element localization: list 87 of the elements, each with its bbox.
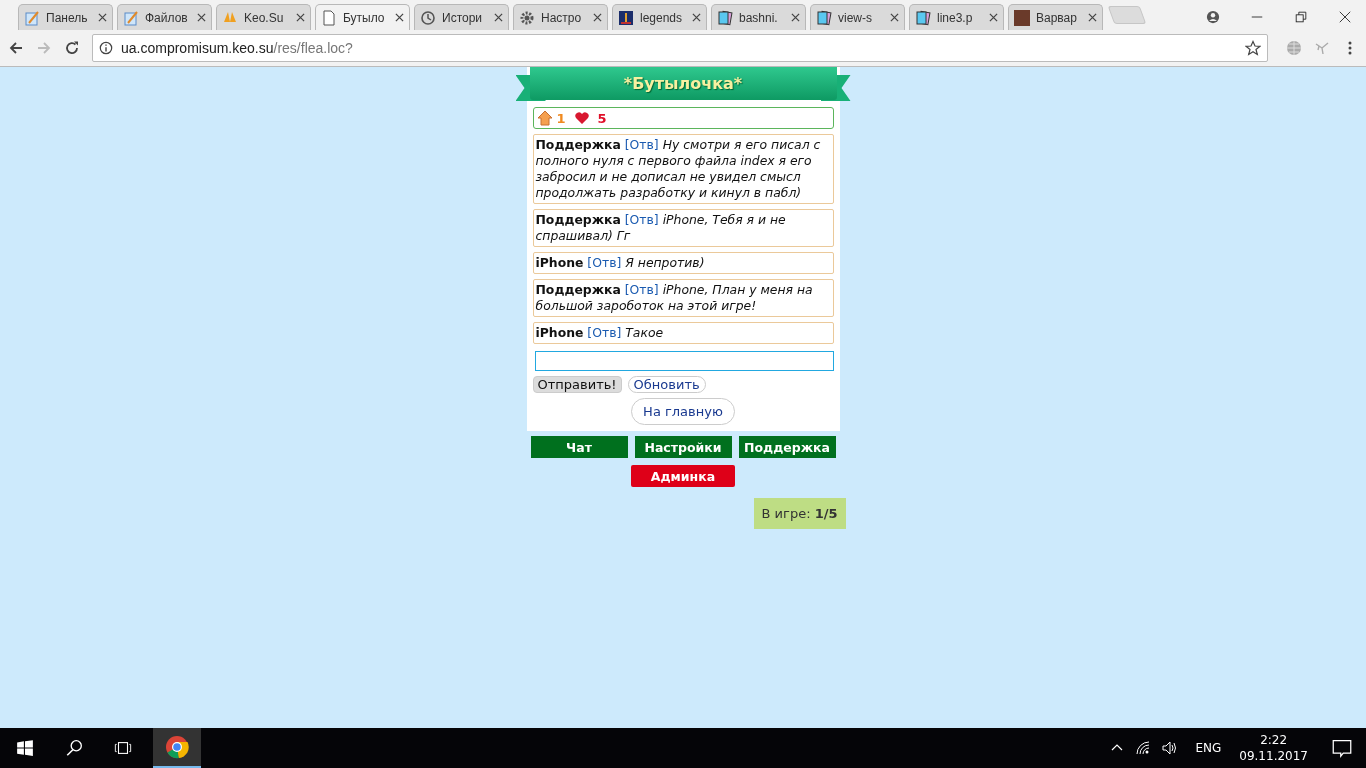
- browser-taskbar-button[interactable]: [153, 728, 201, 768]
- tab-title: Панель: [46, 10, 89, 25]
- close-icon[interactable]: [1088, 13, 1097, 22]
- task-view-icon[interactable]: [114, 739, 132, 757]
- back-icon[interactable]: [8, 40, 24, 56]
- page-title: *Бутылочка*: [623, 74, 743, 93]
- notepad-icon: [123, 9, 139, 26]
- tab-title: line3.p: [937, 10, 974, 25]
- tab-title: view-s: [838, 10, 873, 25]
- browser-tab[interactable]: Варвар: [1008, 4, 1103, 30]
- tower-icon: [618, 9, 634, 26]
- browser-tab[interactable]: line3.p: [909, 4, 1004, 30]
- message-input[interactable]: [534, 351, 834, 371]
- close-icon[interactable]: [692, 13, 701, 22]
- cards-icon: [816, 9, 832, 26]
- search-icon[interactable]: [65, 739, 83, 757]
- tab-title: Файлов: [145, 10, 189, 25]
- browser-tab[interactable]: bashni.: [711, 4, 806, 30]
- browser-tab[interactable]: Настро: [513, 4, 608, 30]
- heart-icon: [573, 110, 590, 126]
- language-indicator[interactable]: ENG: [1195, 741, 1222, 755]
- players-online: В игре: 1/5: [753, 498, 846, 529]
- browser-tab[interactable]: Файлов: [117, 4, 212, 30]
- refresh-button[interactable]: Обновить: [627, 376, 706, 393]
- wifi-icon[interactable]: [1135, 740, 1152, 756]
- tab-title: legends: [640, 10, 684, 25]
- close-icon[interactable]: [1338, 10, 1352, 24]
- reply-link[interactable]: [Отв]: [624, 137, 659, 152]
- address-bar[interactable]: ua.compromisum.keo.su/res/flea.loc?: [92, 34, 1268, 62]
- browser-icon: [165, 735, 189, 759]
- close-icon[interactable]: [296, 13, 305, 22]
- close-icon[interactable]: [593, 13, 602, 22]
- close-icon[interactable]: [989, 13, 998, 22]
- home-button[interactable]: На главную: [631, 398, 735, 425]
- tab-title: Варвар: [1036, 10, 1078, 25]
- notepad-icon: [24, 9, 40, 26]
- restore-icon[interactable]: [1294, 10, 1308, 24]
- reply-link[interactable]: [Отв]: [624, 212, 659, 227]
- chat-message: Поддержка [Отв] iPhone, Тебя я и не спрашивал) Гг: [532, 209, 834, 247]
- browser-tab[interactable]: view-s: [810, 4, 905, 30]
- star-icon[interactable]: [1245, 40, 1261, 56]
- cards-icon: [915, 9, 931, 26]
- tab-title: bashni.: [739, 10, 779, 25]
- url-text: ua.compromisum.keo.su/res/flea.loc?: [121, 40, 354, 56]
- level-value: 1: [556, 110, 566, 126]
- profile-icon[interactable]: [1206, 10, 1220, 24]
- notifications-icon[interactable]: [1332, 738, 1352, 758]
- tab-title: Бутыло: [343, 10, 386, 25]
- windows-start-icon[interactable]: [16, 739, 34, 757]
- hearts-value: 5: [597, 110, 607, 126]
- info-icon: [99, 41, 113, 55]
- clock-time: 2:22: [1260, 732, 1288, 748]
- reply-link[interactable]: [Отв]: [624, 282, 659, 297]
- chat-message: Поддержка [Отв] Ну смотри я его писал с полного нуля с первого файла index я его забросил и не дописал не увидел смысл продолжать разработку и кинул в пабл): [532, 134, 834, 204]
- settings-icon: [519, 9, 535, 26]
- browser-tab[interactable]: Панель: [18, 4, 113, 30]
- close-icon[interactable]: [395, 13, 404, 22]
- admin-button[interactable]: Админка: [631, 465, 735, 487]
- chat-message: iPhone [Отв] Такое: [532, 322, 834, 344]
- browser-tab[interactable]: Бутыло: [315, 4, 410, 30]
- reply-link[interactable]: [Отв]: [587, 255, 622, 270]
- cards-icon: [717, 9, 733, 26]
- page-icon: [321, 9, 337, 26]
- close-icon[interactable]: [197, 13, 206, 22]
- tab-title: Keo.Su: [244, 10, 285, 25]
- nav-button[interactable]: Настройки: [634, 436, 732, 458]
- house-icon: [536, 110, 553, 126]
- browser-tab[interactable]: Истори: [414, 4, 509, 30]
- chat-message: Поддержка [Отв] iPhone, План у меня на большой зароботок на этой игре!: [532, 279, 834, 317]
- nav-button[interactable]: Чат: [530, 436, 628, 458]
- reply-link[interactable]: [Отв]: [587, 325, 622, 340]
- tab-title: Настро: [541, 10, 583, 25]
- reload-icon[interactable]: [64, 40, 80, 56]
- history-icon: [420, 9, 436, 26]
- chat-message: iPhone [Отв] Я непротив): [532, 252, 834, 274]
- close-icon[interactable]: [494, 13, 503, 22]
- send-button[interactable]: Отправить!: [532, 376, 622, 393]
- close-icon[interactable]: [98, 13, 107, 22]
- nav-button[interactable]: Поддержка: [738, 436, 836, 458]
- tab-title: Истори: [442, 10, 484, 25]
- browser-tab[interactable]: legends: [612, 4, 707, 30]
- speaker-icon[interactable]: [1161, 740, 1178, 756]
- close-icon[interactable]: [890, 13, 899, 22]
- clock-date: 09.11.2017: [1239, 748, 1308, 764]
- browser-tab[interactable]: Keo.Su: [216, 4, 311, 30]
- close-icon[interactable]: [791, 13, 800, 22]
- photo-placeholder: [1014, 9, 1030, 26]
